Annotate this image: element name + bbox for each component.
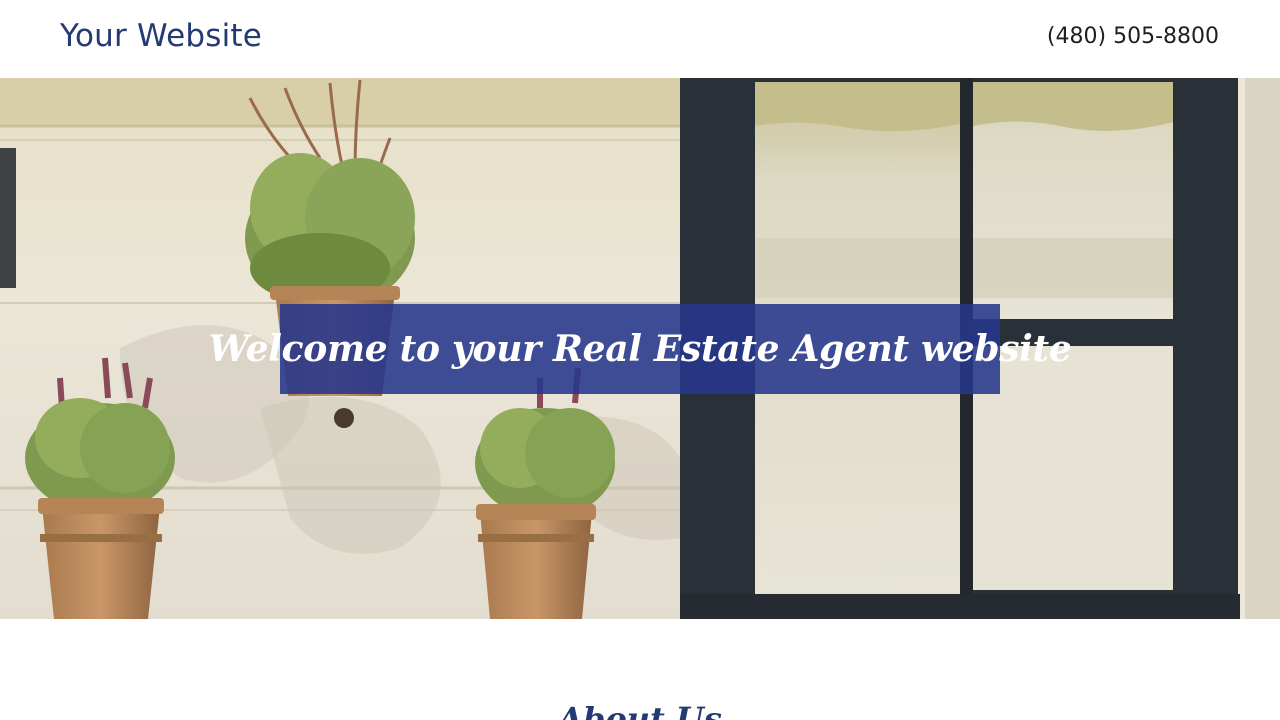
hero-banner: Welcome to your Real Estate Agent websit… [209, 304, 1072, 394]
site-title-link[interactable]: Your Website [60, 18, 262, 54]
about-heading: About Us [558, 700, 722, 720]
hero-section: Welcome to your Real Estate Agent websit… [0, 78, 1280, 619]
hero-headline: Welcome to your Real Estate Agent websit… [208, 328, 1072, 370]
site-header: Your Website (480) 505-8800 [0, 0, 1280, 78]
phone-number-link[interactable]: (480) 505-8800 [1047, 24, 1219, 49]
